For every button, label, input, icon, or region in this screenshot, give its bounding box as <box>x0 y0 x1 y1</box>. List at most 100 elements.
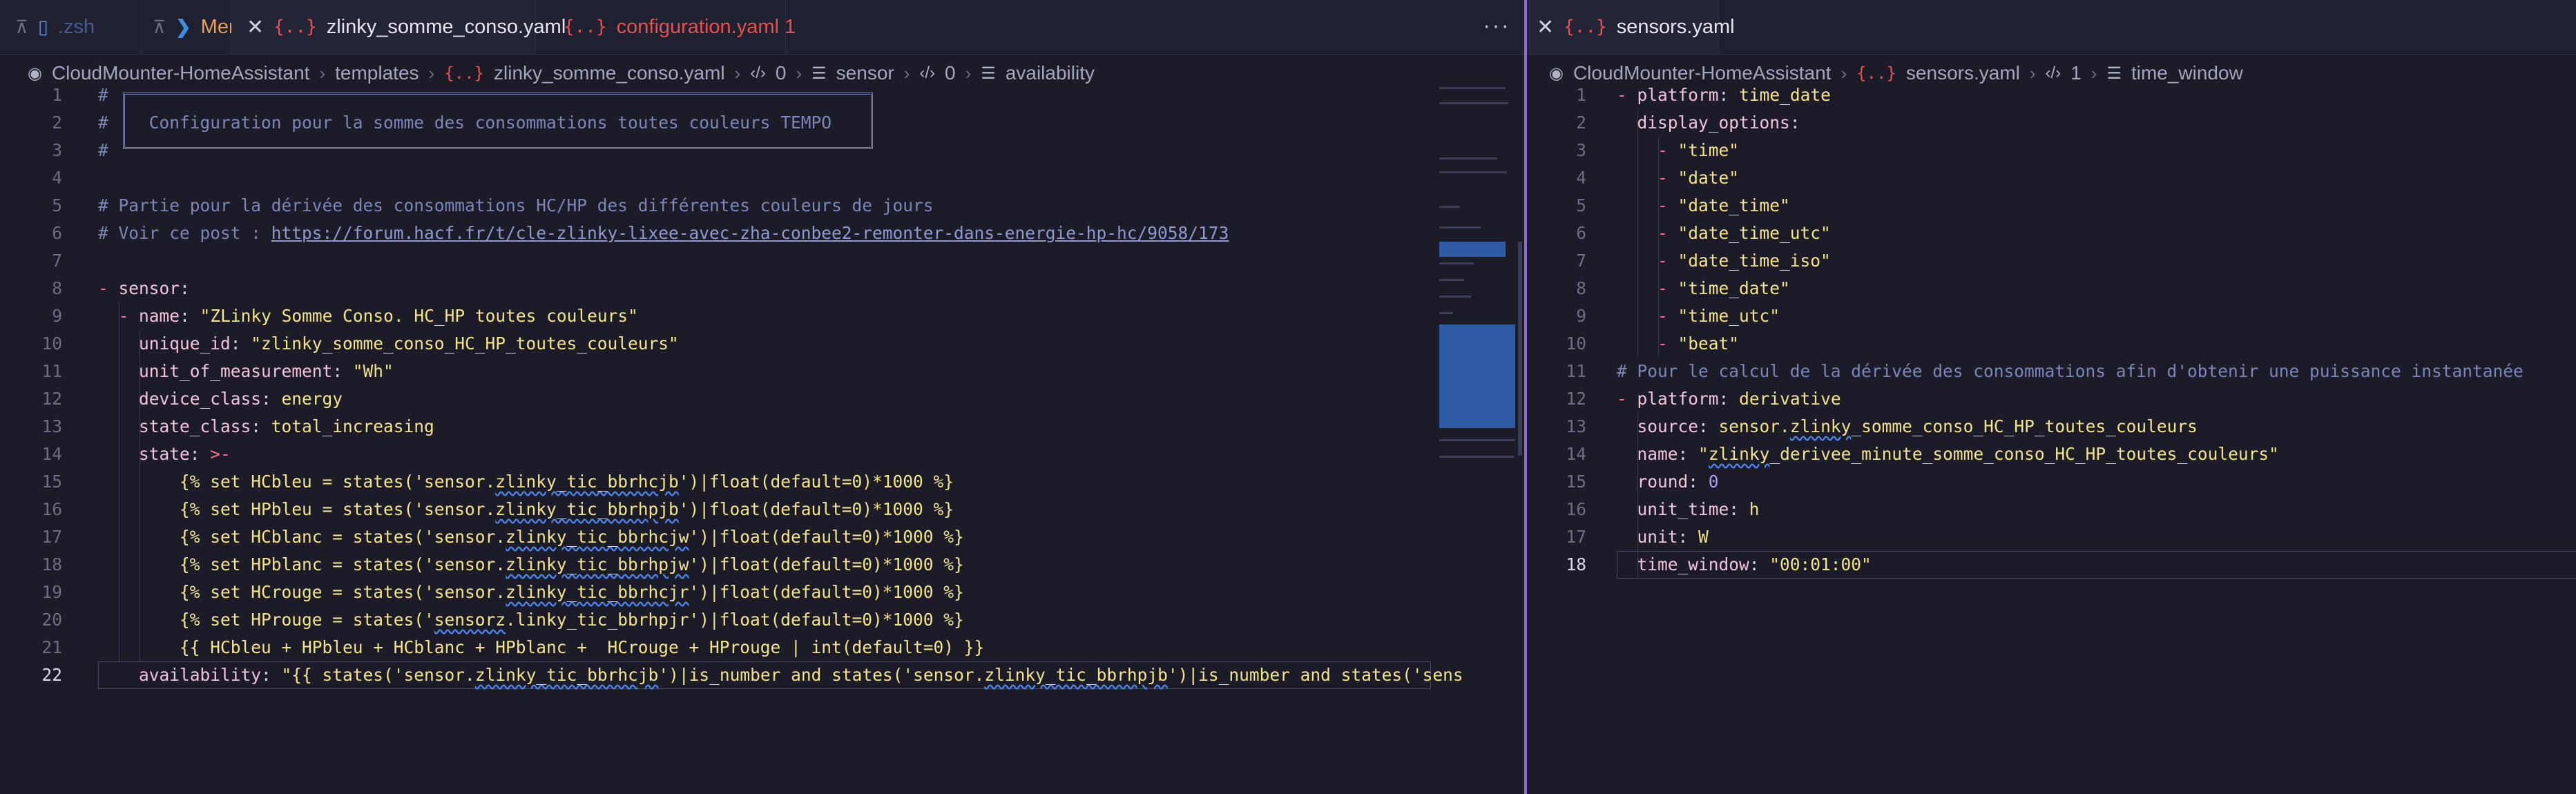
code-line[interactable]: 2 display_options: <box>1527 109 2576 137</box>
code-token: sensor. <box>1718 416 1790 436</box>
code-line[interactable]: 16 {% set HPbleu = states('sensor.zlinky… <box>0 496 1430 523</box>
code-token: _somme_conso_HC_HP_toutes_couleurs <box>1851 416 2198 436</box>
code-line[interactable]: 7 - "date_time_iso" <box>1527 247 2576 275</box>
code-token: ')|is_number and states('sens <box>1167 665 1463 685</box>
code-token: unique_id <box>139 333 231 354</box>
line-number: 4 <box>52 168 62 188</box>
minimap-mark <box>1439 102 1508 104</box>
tab-configuration[interactable]: {..} configuration.yaml 1 <box>536 0 796 54</box>
minimap-mark <box>1439 87 1506 89</box>
code-token: "beat" <box>1678 333 1740 354</box>
code-token: time_window <box>1637 554 1749 574</box>
code-editor[interactable]: 1 - platform: time_date 2 display_options… <box>1527 81 2576 579</box>
code-token: - <box>1657 306 1668 326</box>
line-number: 3 <box>1576 140 1586 160</box>
code-token: # <box>98 85 108 105</box>
code-line[interactable]: 13 source: sensor.zlinky_somme_conso_HC_… <box>1527 413 2576 440</box>
right-editor-pane: ✕ {..} sensors.yaml ◉ CloudMounter-HomeA… <box>1527 0 2576 794</box>
minimap-mark <box>1439 439 1515 441</box>
code-line[interactable]: 6 - "date_time_utc" <box>1527 220 2576 247</box>
code-token: : <box>180 306 200 326</box>
code-line[interactable]: 5 # Partie pour la dérivée des consommati… <box>0 192 1430 220</box>
line-text: - "time" <box>1617 137 1739 164</box>
code-line[interactable]: 15 round: 0 <box>1527 468 2576 496</box>
code-line[interactable]: 8 - sensor: <box>0 275 1430 302</box>
line-number: 1 <box>52 85 62 105</box>
line-text: state: >- <box>98 440 231 468</box>
code-line[interactable]: 1 - platform: time_date <box>1527 81 2576 109</box>
code-line[interactable]: 11 unit_of_measurement: "Wh" <box>0 358 1430 385</box>
code-token: - <box>1657 195 1668 215</box>
minimap-mark <box>1439 279 1464 281</box>
code-line[interactable]: 12 device_class: energy <box>0 385 1430 413</box>
code-line[interactable]: 16 unit_time: h <box>1527 496 2576 523</box>
pin-icon[interactable]: ⊼ <box>153 17 166 38</box>
code-line[interactable]: 3 # <box>0 137 1430 164</box>
code-line[interactable]: 9 - "time_utc" <box>1527 302 2576 330</box>
line-number: 6 <box>1576 223 1586 243</box>
more-actions-icon[interactable]: ··· <box>1483 12 1510 39</box>
code-line-current[interactable]: 18 time_window: "00:01:00" <box>1527 551 2576 579</box>
code-line[interactable]: 4 - "date" <box>1527 164 2576 192</box>
code-line[interactable]: 9 - name: "ZLinky Somme Conso. HC_HP tou… <box>0 302 1430 330</box>
code-editor[interactable]: 1 # 2 # Configuration pour la somme des co… <box>0 81 1463 689</box>
code-icon: ‹/› <box>750 64 766 82</box>
tab-sensors[interactable]: ✕ {..} sensors.yaml <box>1527 0 1735 54</box>
code-line[interactable]: 7 <box>0 247 1430 275</box>
line-text: time_window: "00:01:00" <box>1617 551 1872 579</box>
code-line[interactable]: 13 state_class: total_increasing <box>0 413 1430 440</box>
line-number: 10 <box>1566 333 1586 354</box>
code-line[interactable]: 18 {% set HPblanc = states('sensor.zlink… <box>0 551 1430 579</box>
code-token: "time_utc" <box>1678 306 1780 326</box>
code-token: # Pour le calcul de la dérivée des conso… <box>1617 361 2524 381</box>
code-line[interactable]: 6 # Voir ce post : https://forum.hacf.fr/… <box>0 220 1430 247</box>
minimap-mark <box>1439 157 1497 159</box>
code-line[interactable]: 4 <box>0 164 1430 192</box>
tab-zlinky-somme-conso[interactable]: ✕ {..} zlinky_somme_conso.yaml <box>231 0 566 54</box>
code-token: platform <box>1637 85 1719 105</box>
close-icon[interactable]: ✕ <box>247 15 264 39</box>
forum-link[interactable]: https://forum.hacf.fr/t/cle-zlinky-lixee… <box>271 223 1229 243</box>
code-line[interactable]: 3 - "time" <box>1527 137 2576 164</box>
code-token: source <box>1637 416 1699 436</box>
code-line-current[interactable]: 22 availability: "{{ states('sensor.zlin… <box>0 661 1463 689</box>
code-line[interactable]: 10 - "beat" <box>1527 330 2576 358</box>
list-icon: ☰ <box>981 64 996 83</box>
tab-mer[interactable]: ⊼ ❯ Mer <box>142 0 236 54</box>
code-line[interactable]: 2 # Configuration pour la somme des conso… <box>0 109 1430 137</box>
line-number: 22 <box>41 665 62 685</box>
pin-icon[interactable]: ⊼ <box>15 17 28 38</box>
close-icon[interactable]: ✕ <box>1537 15 1554 39</box>
code-line[interactable]: 21 {{ HCbleu + HPbleu + HCblanc + HPblan… <box>0 634 1430 661</box>
code-line[interactable]: 15 {% set HCbleu = states('sensor.zlinky… <box>0 468 1430 496</box>
line-number: 17 <box>41 527 62 547</box>
code-token: "date_time_utc" <box>1678 223 1831 243</box>
code-line[interactable]: 17 unit: W <box>1527 523 2576 551</box>
code-line[interactable]: 11 # Pour le calcul de la dérivée des con… <box>1527 358 2576 385</box>
code-line[interactable]: 19 {% set HCrouge = states('sensor.zlink… <box>0 579 1430 606</box>
tab-zsh[interactable]: ⊼ ▯ .zsh <box>0 0 142 54</box>
code-icon: ‹/› <box>2045 64 2061 82</box>
minimap[interactable] <box>1436 81 1522 794</box>
code-line[interactable]: 10 unique_id: "zlinky_somme_conso_HC_HP_… <box>0 330 1430 358</box>
code-token: 0 <box>1708 472 1719 492</box>
line-text: - name: "ZLinky Somme Conso. HC_HP toute… <box>98 302 638 330</box>
code-line[interactable]: 1 # <box>0 81 1430 109</box>
code-line[interactable]: 5 - "date_time" <box>1527 192 2576 220</box>
code-line[interactable]: 8 - "time_date" <box>1527 275 2576 302</box>
line-text: - "date_time_utc" <box>1617 220 1831 247</box>
code-line[interactable]: 14 name: "zlinky_derivee_minute_somme_co… <box>1527 440 2576 468</box>
line-text: unique_id: "zlinky_somme_conso_HC_HP_tou… <box>98 330 679 358</box>
code-line[interactable]: 14 state: >- <box>0 440 1430 468</box>
code-line[interactable]: 17 {% set HCblanc = states('sensor.zlink… <box>0 523 1430 551</box>
line-text: # Voir ce post : https://forum.hacf.fr/t… <box>98 220 1229 247</box>
right-tab-bar: ✕ {..} sensors.yaml <box>1527 0 2576 55</box>
code-line[interactable]: 12 - platform: derivative <box>1527 385 2576 413</box>
code-line[interactable]: 20 {% set HProuge = states('sensorz.link… <box>0 606 1430 634</box>
line-text: device_class: energy <box>98 385 343 413</box>
